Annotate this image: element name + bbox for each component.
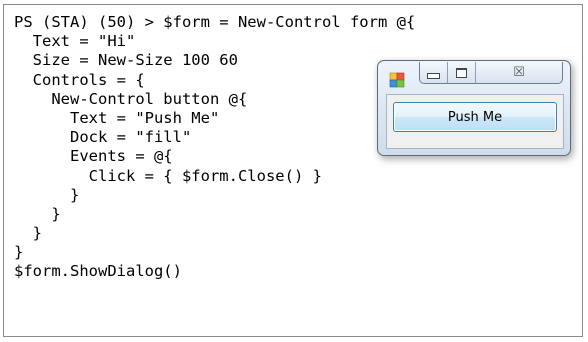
console-frame: PS (STA) (50) > $form = New-Control form… <box>3 4 583 337</box>
push-me-button[interactable]: Push Me <box>393 102 557 132</box>
code-line: } <box>14 204 61 223</box>
code-line: Events = @{ <box>14 147 173 166</box>
minimize-button[interactable] <box>420 62 448 83</box>
code-line: } <box>14 224 42 243</box>
code-line: Text = "Push Me" <box>14 108 220 127</box>
caption-buttons: ☒ <box>419 62 563 84</box>
code-line: PS (STA) (50) > $form = New-Control form… <box>14 13 416 31</box>
form-window: ☒ Push Me <box>377 60 571 156</box>
maximize-button[interactable] <box>448 62 476 83</box>
close-button[interactable]: ☒ <box>476 62 562 83</box>
code-line: Text = "Hi" <box>14 32 136 51</box>
maximize-icon <box>456 67 467 78</box>
code-line: Size = New-Size 100 60 <box>14 51 238 70</box>
code-line: $form.ShowDialog() <box>14 262 182 281</box>
form-client-area: Push Me <box>386 94 564 149</box>
code-line: } <box>14 185 80 204</box>
console-output: PS (STA) (50) > $form = New-Control form… <box>14 13 415 282</box>
code-line: Controls = { <box>14 70 145 89</box>
winforms-app-icon[interactable] <box>389 72 405 88</box>
code-line: Click = { $form.Close() } <box>14 166 322 185</box>
close-icon: ☒ <box>513 65 525 80</box>
minimize-icon <box>427 72 440 79</box>
code-line: Dock = "fill" <box>14 128 192 147</box>
title-bar[interactable]: ☒ <box>378 61 570 93</box>
code-line: } <box>14 243 24 262</box>
code-line: New-Control button @{ <box>14 89 248 108</box>
